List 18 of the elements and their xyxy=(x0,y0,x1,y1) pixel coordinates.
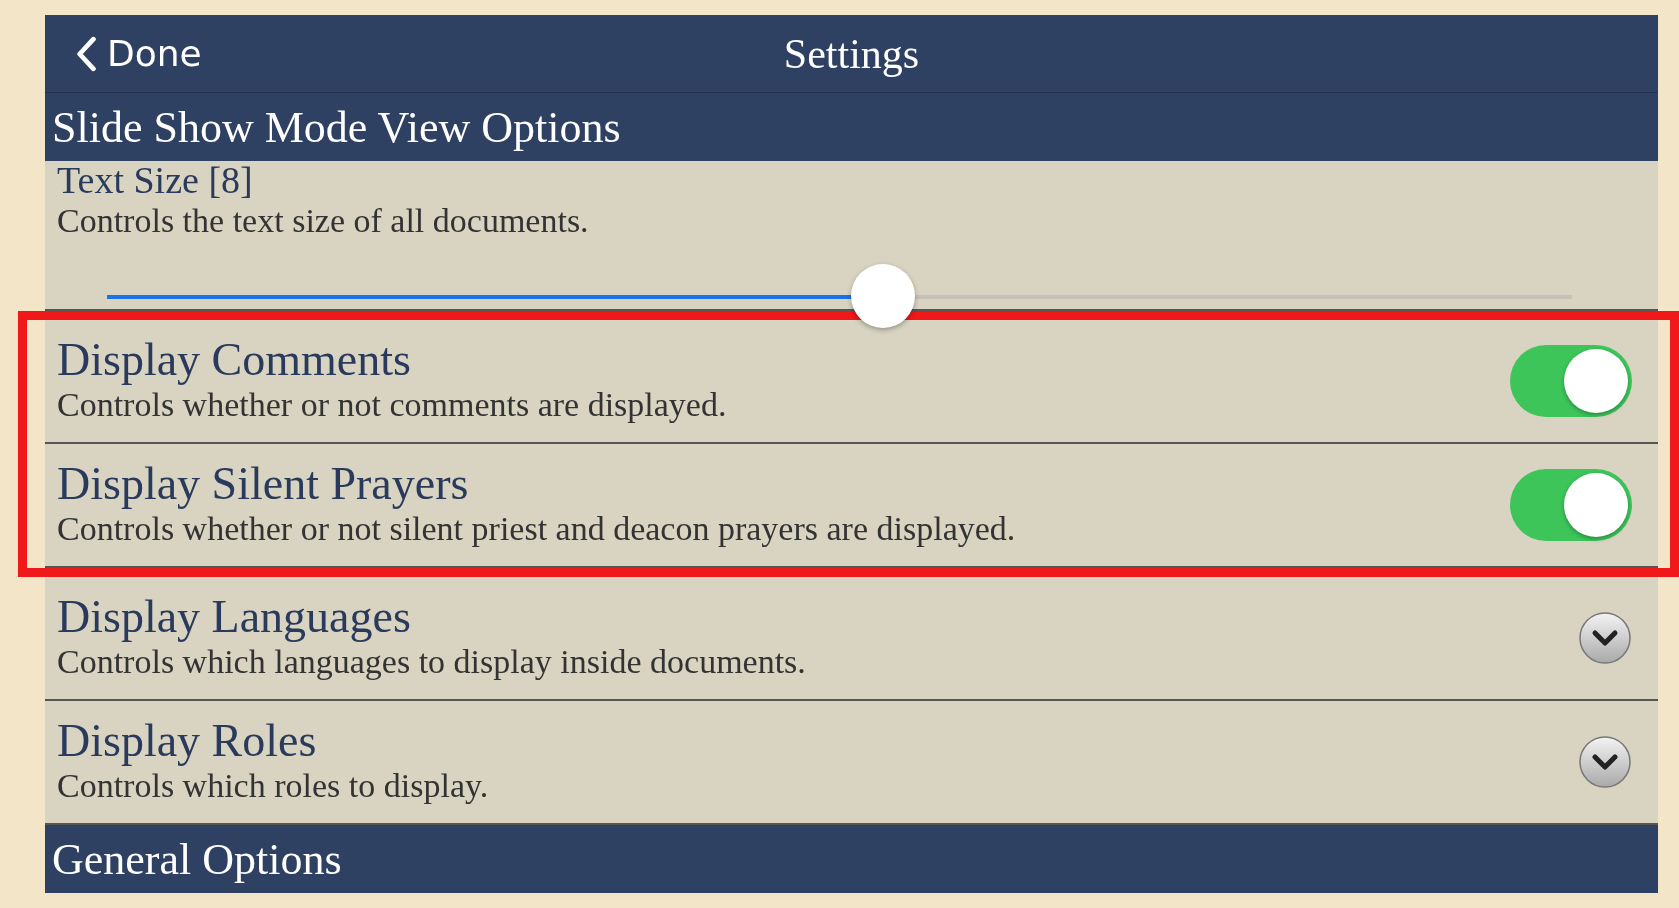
screen-title: Settings xyxy=(783,29,920,78)
row-title: Display Comments xyxy=(57,336,412,385)
section-header: Slide Show Mode View Options xyxy=(45,93,1658,161)
slider-thumb[interactable] xyxy=(851,264,916,328)
row-description: Controls which roles to display. xyxy=(57,766,490,806)
row-description: Controls which languages to display inside documents. xyxy=(57,642,807,682)
row-title: Display Silent Prayers xyxy=(57,460,470,509)
chevron-down-icon[interactable] xyxy=(1578,611,1632,665)
chevron-down-icon[interactable] xyxy=(1578,735,1632,789)
section-header: General Options xyxy=(45,825,1658,893)
row-description: Controls whether or not comments are displayed. xyxy=(57,385,728,425)
back-button[interactable]: Done xyxy=(71,29,206,78)
row-title: Display Roles xyxy=(57,717,318,766)
row-description: Controls whether or not silent priest and deacon prayers are displayed. xyxy=(57,509,1017,549)
row-title: Display Languages xyxy=(57,593,412,642)
row-description: Controls the text size of all documents. xyxy=(57,200,590,241)
back-chevron-icon xyxy=(75,35,97,72)
row-title: Text Size [8] xyxy=(57,161,254,201)
